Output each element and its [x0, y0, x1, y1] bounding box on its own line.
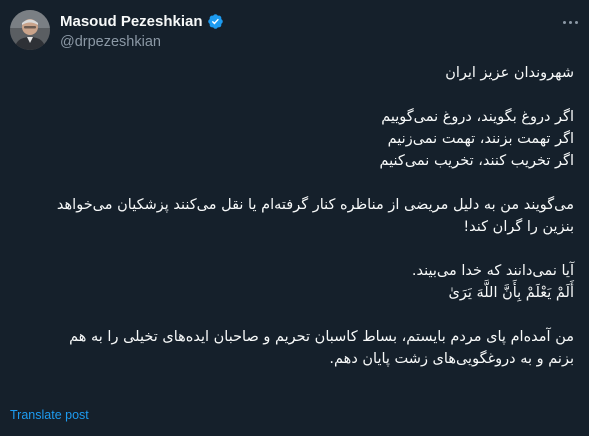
avatar[interactable] [10, 10, 50, 50]
tweet-paragraph-closing: من آمده‌ام پای مردم بایستم، بساط کاسبان … [69, 329, 574, 367]
author-handle[interactable]: @drpezeshkian [60, 34, 161, 50]
author-display-name[interactable]: Masoud Pezeshkian [60, 13, 203, 30]
tweet-paragraph-verse: آیا نمی‌دانند که خدا می‌بیند. أَلَمْ يَع… [411, 263, 574, 301]
more-options-button[interactable] [558, 12, 582, 32]
tweet-paragraph-greeting: شهروندان عزیز ایران [445, 65, 574, 81]
verified-badge-icon [207, 13, 224, 30]
tweet-paragraph-rumors: می‌گویند من به دلیل مریضی از مناظره کنار… [56, 197, 574, 235]
tweet-text: شهروندان عزیز ایران اگر دروغ بگویند، درو… [12, 62, 574, 370]
more-horizontal-icon [562, 20, 566, 24]
tweet-paragraph-pledges: اگر دروغ بگویند، دروغ نمی‌گوییم اگر تهمت… [379, 109, 574, 169]
translate-post-link[interactable]: Translate post [10, 408, 89, 422]
author-name-row: Masoud Pezeshkian [60, 13, 224, 30]
tweet-card: Masoud Pezeshkian @drpezeshkian شهروندان… [0, 0, 589, 436]
